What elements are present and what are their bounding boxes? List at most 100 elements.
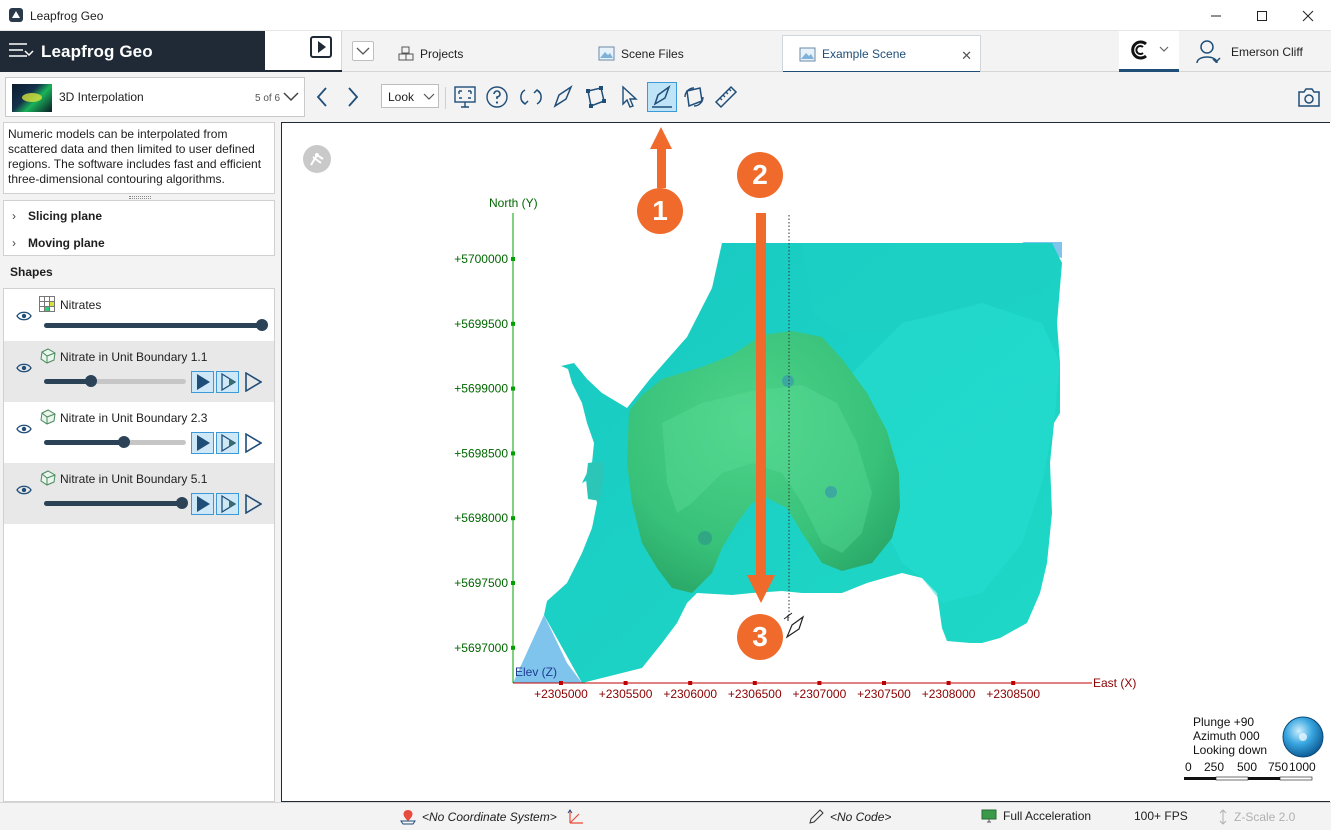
sample-point[interactable] bbox=[698, 531, 712, 545]
outline-triangle-icon bbox=[244, 433, 262, 453]
eye-visibility-icon[interactable] bbox=[16, 311, 32, 321]
x-tick-label: +2307500 bbox=[857, 687, 911, 701]
slider-knob[interactable] bbox=[256, 319, 268, 331]
close-window-button[interactable] bbox=[1285, 0, 1331, 31]
tab-label: Scene Files bbox=[621, 46, 684, 61]
user-account[interactable]: Emerson Cliff bbox=[1195, 39, 1303, 65]
measure-button[interactable] bbox=[713, 84, 739, 110]
draw-plane-button[interactable] bbox=[550, 84, 576, 110]
slider-knob[interactable] bbox=[175, 497, 188, 509]
x-tick-mark bbox=[688, 681, 693, 685]
axes-icon bbox=[567, 809, 583, 824]
half-render-button[interactable] bbox=[216, 493, 239, 515]
shape-name: Nitrate in Unit Boundary 2.3 bbox=[60, 411, 208, 425]
tabs-dropdown-button[interactable] bbox=[352, 41, 374, 61]
opacity-slider[interactable] bbox=[44, 436, 186, 448]
saved-scene-selector[interactable]: 3D Interpolation 5 of 6 bbox=[5, 77, 305, 117]
eye-visibility-icon[interactable] bbox=[16, 424, 32, 434]
previous-scene-button[interactable] bbox=[309, 84, 335, 110]
step-badge-3: 3 bbox=[737, 614, 783, 660]
solid-render-button[interactable] bbox=[191, 493, 214, 515]
y-tick-mark bbox=[511, 451, 515, 456]
shape-row-boundary-5-1[interactable]: Nitrate in Unit Boundary 5.1 bbox=[4, 463, 274, 524]
slider-knob[interactable] bbox=[117, 436, 130, 448]
x-tick-label: +2306000 bbox=[663, 687, 717, 701]
plane-label: Moving plane bbox=[28, 236, 105, 250]
solid-render-button[interactable] bbox=[191, 371, 214, 393]
projects-cubes-icon bbox=[398, 46, 414, 60]
opacity-slider[interactable] bbox=[44, 319, 268, 331]
screenshot-button[interactable] bbox=[1296, 84, 1322, 110]
rotate-button[interactable] bbox=[518, 84, 544, 110]
coordinate-system-text: <No Coordinate System> bbox=[422, 810, 557, 824]
shape-row-boundary-2-3[interactable]: Nitrate in Unit Boundary 2.3 bbox=[4, 402, 274, 463]
step-badge-2: 2 bbox=[737, 152, 783, 198]
acceleration-status: Full Acceleration bbox=[981, 809, 1091, 823]
eye-visibility-icon[interactable] bbox=[16, 485, 32, 495]
tab-projects[interactable]: Projects bbox=[398, 35, 578, 72]
render-mode-buttons bbox=[191, 493, 264, 515]
render-mode-buttons bbox=[191, 371, 264, 393]
slicing-plane-item[interactable]: › Slicing plane bbox=[12, 209, 102, 223]
solid-render-button[interactable] bbox=[191, 432, 214, 454]
eye-visibility-icon[interactable] bbox=[16, 363, 32, 373]
look-dropdown[interactable]: Look bbox=[381, 84, 439, 108]
opacity-slider[interactable] bbox=[44, 497, 188, 509]
scene-canvas[interactable]: +5700000 +5699500 +5699000 +5698500 +5698000… bbox=[282, 123, 1330, 802]
tab-scene-files[interactable]: Scene Files bbox=[598, 35, 778, 72]
solid-triangle-icon bbox=[196, 435, 210, 451]
outline-render-button[interactable] bbox=[241, 432, 264, 454]
sample-point[interactable] bbox=[782, 375, 794, 387]
x-tick-label: +2308000 bbox=[922, 687, 976, 701]
outline-render-button[interactable] bbox=[241, 371, 264, 393]
opacity-slider[interactable] bbox=[44, 375, 186, 387]
callout-arrow-up bbox=[650, 127, 672, 188]
help-button[interactable] bbox=[484, 84, 510, 110]
pen-slice-icon bbox=[652, 85, 672, 108]
select-button[interactable] bbox=[616, 84, 642, 110]
moving-plane-item[interactable]: › Moving plane bbox=[12, 236, 105, 250]
scene-image-icon bbox=[598, 46, 615, 61]
slider-knob[interactable] bbox=[84, 375, 97, 387]
sync-dropdown-button[interactable] bbox=[1119, 31, 1179, 72]
next-scene-button[interactable] bbox=[340, 84, 366, 110]
shape-name: Nitrate in Unit Boundary 5.1 bbox=[60, 472, 208, 486]
code-status[interactable]: <No Code> bbox=[808, 809, 891, 825]
scale-bar bbox=[1184, 776, 1313, 781]
polygon-edit-icon bbox=[586, 86, 606, 108]
coordinate-system-status[interactable]: <No Coordinate System> bbox=[400, 809, 557, 825]
axes-toggle[interactable] bbox=[567, 809, 585, 825]
close-tab-icon[interactable]: ✕ bbox=[961, 48, 972, 64]
x-tick-mark bbox=[752, 681, 757, 685]
outline-render-button[interactable] bbox=[241, 493, 264, 515]
ruler-icon bbox=[714, 85, 738, 109]
monitor-icon bbox=[981, 809, 997, 823]
compass-ball[interactable] bbox=[1282, 716, 1324, 758]
y-tick-label: +5699000 bbox=[454, 382, 508, 396]
half-render-button[interactable] bbox=[216, 371, 239, 393]
edit-polygon-button[interactable] bbox=[582, 84, 608, 110]
rotate-plane-button[interactable] bbox=[681, 84, 707, 110]
z-scale-status[interactable]: Z-Scale 2.0 bbox=[1218, 809, 1295, 825]
play-button[interactable] bbox=[310, 36, 332, 58]
tab-example-scene[interactable]: Example Scene ✕ bbox=[782, 35, 981, 74]
sample-point[interactable] bbox=[825, 486, 837, 498]
half-shade-icon bbox=[220, 495, 236, 513]
hamburger-menu-icon[interactable] bbox=[8, 39, 34, 63]
maximize-button[interactable] bbox=[1239, 0, 1285, 31]
cursor-arrow-icon bbox=[622, 85, 638, 108]
fit-view-button[interactable] bbox=[452, 84, 478, 110]
slider-fill bbox=[44, 440, 124, 445]
scene-view[interactable]: +5700000 +5699500 +5699000 +5698500 +5698000… bbox=[281, 122, 1330, 802]
half-render-button[interactable] bbox=[216, 432, 239, 454]
shape-name: Nitrate in Unit Boundary 1.1 bbox=[60, 350, 208, 364]
slider-fill bbox=[44, 501, 182, 506]
z-axis-title: Elev (Z) bbox=[515, 665, 557, 679]
z-scale-arrows-icon bbox=[1219, 809, 1227, 825]
shape-row-boundary-1-1[interactable]: Nitrate in Unit Boundary 1.1 bbox=[4, 341, 274, 402]
draw-slice-button[interactable] bbox=[647, 82, 677, 112]
x-tick-mark bbox=[882, 681, 886, 685]
minimize-button[interactable] bbox=[1193, 0, 1239, 31]
resize-grip[interactable] bbox=[129, 196, 151, 199]
x-tick-label: +2307000 bbox=[793, 687, 847, 701]
